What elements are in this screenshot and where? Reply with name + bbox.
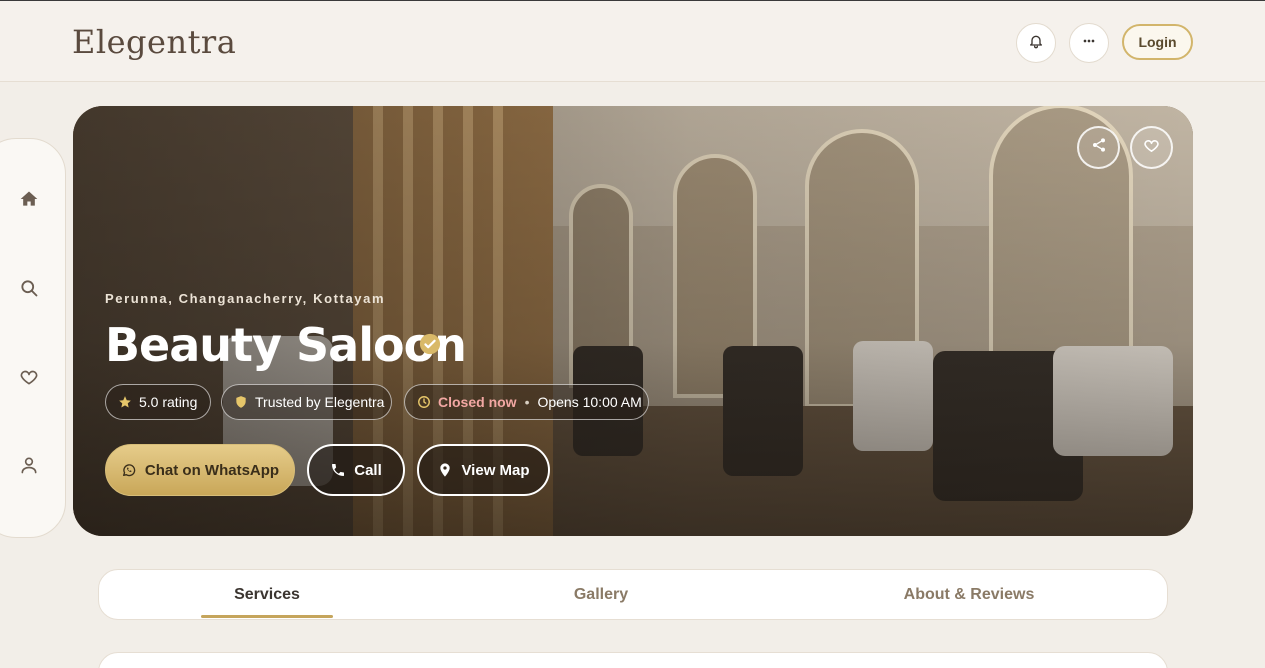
login-button[interactable]: Login [1122,24,1193,60]
tab-services[interactable]: Services [201,570,333,619]
phone-icon [330,462,346,478]
nav-search[interactable] [17,278,41,302]
status-separator: • [524,394,530,410]
home-icon [19,189,39,214]
hero-banner: Perunna, Changanacherry, Kottayam Beauty… [73,106,1193,536]
favorite-button[interactable] [1130,126,1173,169]
search-icon [19,278,39,303]
active-tab-indicator [201,615,333,618]
nav-favorites[interactable] [17,367,41,391]
star-icon [118,395,132,409]
share-icon [1091,137,1107,158]
clock-icon [417,395,431,409]
view-map-label: View Map [461,461,530,479]
trust-label: Trusted by Elegentra [255,394,385,410]
bell-icon [1028,33,1044,54]
heart-icon [19,367,39,392]
call-label: Call [354,461,382,479]
map-pin-icon [437,462,453,478]
whatsapp-label: Chat on WhatsApp [144,461,280,479]
logo[interactable]: Elegentra [72,23,236,61]
rating-badge: 5.0 rating [105,384,211,420]
content-card [98,652,1168,668]
status-label: Closed now [438,394,517,410]
view-map-button[interactable]: View Map [417,444,550,496]
more-icon [1081,33,1097,54]
top-bar: Elegentra Login [0,0,1265,82]
side-navigation [0,138,66,538]
notifications-button[interactable] [1016,23,1056,63]
business-title: Beauty Saloon [105,318,467,372]
tab-about-reviews[interactable]: About & Reviews [869,570,1069,619]
hours-badge: Closed now • Opens 10:00 AM [404,384,649,420]
user-icon [19,455,39,480]
verified-badge-icon [419,333,441,355]
whatsapp-button[interactable]: Chat on WhatsApp [105,444,295,496]
shield-icon [234,395,248,409]
rating-label: 5.0 rating [139,394,198,410]
section-tabs: Services Gallery About & Reviews [98,569,1168,620]
more-options-button[interactable] [1069,23,1109,63]
nav-home[interactable] [17,189,41,213]
tab-gallery[interactable]: Gallery [519,570,683,619]
call-button[interactable]: Call [307,444,405,496]
hours-label: Opens 10:00 AM [537,394,642,410]
trust-badge: Trusted by Elegentra [221,384,392,420]
share-button[interactable] [1077,126,1120,169]
whatsapp-icon [121,462,137,478]
heart-icon [1143,137,1160,159]
nav-profile[interactable] [17,455,41,479]
business-location: Perunna, Changanacherry, Kottayam [105,291,386,306]
